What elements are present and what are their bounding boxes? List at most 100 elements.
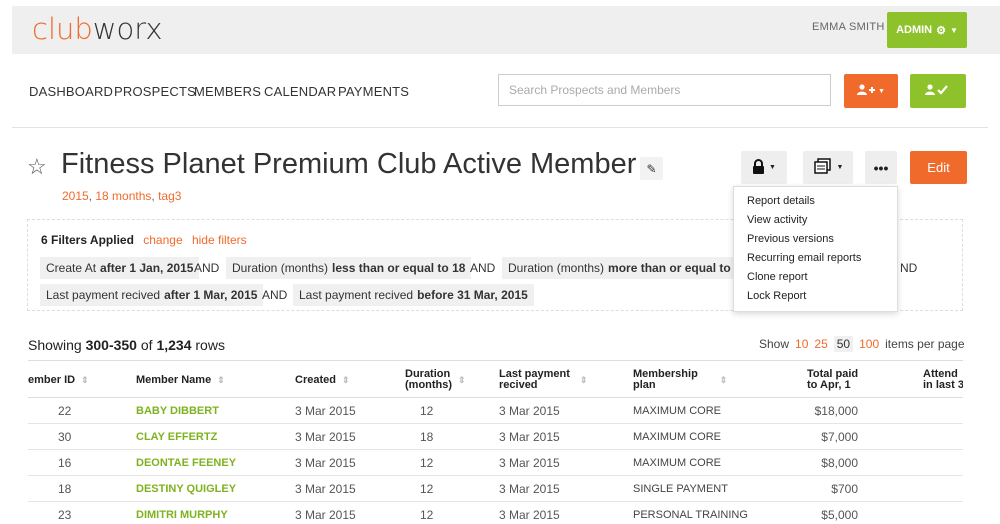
cell-member-name[interactable]: BABY DIBBERT bbox=[136, 398, 219, 424]
column-header-total-paid[interactable]: Total paid to Apr, 1 bbox=[807, 361, 858, 397]
table-body: 22 BABY DIBBERT 3 Mar 2015 12 3 Mar 2015… bbox=[28, 398, 963, 524]
filter-chip[interactable]: Last payment recived after 1 Mar, 2015 bbox=[40, 284, 264, 306]
cell-member-name[interactable]: DIMITRI MURPHY bbox=[136, 502, 228, 524]
nav-members[interactable]: MEMBERS bbox=[194, 84, 261, 99]
lock-menu-button[interactable]: ▼ bbox=[741, 151, 787, 184]
menu-item-recurring-email[interactable]: Recurring email reports bbox=[734, 250, 897, 269]
column-header-member-id[interactable]: ember ID ⇕ bbox=[28, 361, 89, 397]
cell-created: 3 Mar 2015 bbox=[295, 404, 356, 418]
filter-chip[interactable]: Duration (months) more than or equal to 6 bbox=[502, 257, 734, 279]
nav-calendar[interactable]: CALENDAR bbox=[264, 84, 336, 99]
table-row[interactable]: 23 DIMITRI MURPHY 3 Mar 2015 12 3 Mar 20… bbox=[28, 502, 963, 524]
menu-item-view-activity[interactable]: View activity bbox=[734, 212, 897, 231]
edit-button[interactable]: Edit bbox=[910, 151, 967, 184]
page-size-option[interactable]: 10 bbox=[795, 337, 808, 351]
filter-field: Last payment recived bbox=[46, 288, 161, 302]
sort-icon[interactable]: ⇕ bbox=[458, 375, 466, 386]
cell-last-payment: 3 Mar 2015 bbox=[499, 482, 560, 496]
cell-duration: 12 bbox=[420, 456, 434, 470]
sort-icon[interactable]: ⇕ bbox=[81, 375, 89, 386]
column-header-attendance[interactable]: Attend in last 3 bbox=[923, 361, 963, 397]
cell-total-paid: $8,000 bbox=[821, 456, 858, 470]
column-header-last-payment[interactable]: Last payment recived ⇕ bbox=[499, 361, 588, 397]
cell-total-paid: $18,000 bbox=[814, 404, 858, 418]
column-label: Member Name bbox=[136, 373, 212, 386]
items-per-page-label: items per page bbox=[885, 337, 965, 351]
filter-field: Duration (months) bbox=[508, 261, 605, 275]
top-bar: clubworx EMMA SMITH ADMIN ⚙ ▼ bbox=[12, 6, 1000, 54]
cell-member-id: 23 bbox=[58, 508, 72, 522]
report-tags: 2015, 18 months, tag3 bbox=[62, 189, 182, 203]
filter-field: Create At bbox=[46, 261, 97, 275]
column-header-membership-plan[interactable]: Membership plan ⇕ bbox=[633, 361, 728, 397]
sort-icon[interactable]: ⇕ bbox=[217, 375, 225, 386]
check-in-button[interactable] bbox=[910, 74, 966, 108]
filter-chip[interactable]: Duration (months) less than or equal to 1… bbox=[226, 257, 472, 279]
page-size-option[interactable]: 25 bbox=[814, 337, 827, 351]
table-row[interactable]: 30 CLAY EFFERTZ 3 Mar 2015 18 3 Mar 2015… bbox=[28, 424, 963, 450]
caret-down-icon: ▼ bbox=[878, 87, 885, 95]
star-icon[interactable]: ☆ bbox=[27, 154, 47, 180]
menu-item-clone-report[interactable]: Clone report bbox=[734, 269, 897, 288]
page-size-selector: Show 10 25 50 100 items per page bbox=[759, 336, 965, 352]
export-menu-button[interactable]: ▼ bbox=[803, 151, 853, 184]
cell-plan: MAXIMUM CORE bbox=[633, 431, 721, 443]
column-label-line: plan bbox=[633, 379, 656, 391]
column-header-member-name[interactable]: Member Name ⇕ bbox=[136, 361, 225, 397]
menu-item-report-details[interactable]: Report details bbox=[734, 193, 897, 212]
change-filters-link[interactable]: change bbox=[143, 233, 182, 247]
more-button[interactable]: ••• bbox=[865, 151, 897, 184]
menu-item-lock-report[interactable]: Lock Report bbox=[734, 288, 897, 307]
pencil-icon[interactable]: ✎ bbox=[640, 157, 663, 180]
admin-menu-button[interactable]: ADMIN ⚙ ▼ bbox=[887, 12, 967, 48]
cell-member-id: 18 bbox=[58, 482, 72, 496]
user-name[interactable]: EMMA SMITH bbox=[812, 21, 885, 33]
nav-dashboard[interactable]: DASHBOARD bbox=[29, 84, 113, 99]
filters-header: 6 Filters Applied change hide filters bbox=[41, 233, 247, 247]
filter-chip[interactable]: Last payment recived before 31 Mar, 2015 bbox=[293, 284, 534, 306]
cell-member-id: 30 bbox=[58, 430, 72, 444]
column-label: Duration (months) bbox=[405, 369, 452, 391]
filter-chip[interactable]: Create At after 1 Jan, 2015 bbox=[40, 257, 200, 279]
menu-item-previous-versions[interactable]: Previous versions bbox=[734, 231, 897, 250]
add-prospect-button[interactable]: ▼ bbox=[844, 74, 898, 108]
filter-value: more than or equal to 6 bbox=[608, 261, 734, 275]
column-label: Last payment recived bbox=[499, 369, 570, 391]
logo[interactable]: clubworx bbox=[32, 12, 163, 46]
cell-duration: 18 bbox=[420, 430, 434, 444]
table-header: ember ID ⇕ Member Name ⇕ Created ⇕ Duration… bbox=[28, 360, 963, 398]
cell-last-payment: 3 Mar 2015 bbox=[499, 456, 560, 470]
tag-link[interactable]: 18 months bbox=[95, 189, 151, 203]
table-row[interactable]: 18 DESTINY QUIGLEY 3 Mar 2015 12 3 Mar 2… bbox=[28, 476, 963, 502]
column-header-duration[interactable]: Duration (months) ⇕ bbox=[405, 361, 466, 397]
cell-member-name[interactable]: DESTINY QUIGLEY bbox=[136, 476, 236, 502]
sort-icon[interactable]: ⇕ bbox=[720, 375, 728, 386]
tag-link[interactable]: tag3 bbox=[158, 189, 181, 203]
cell-created: 3 Mar 2015 bbox=[295, 430, 356, 444]
tag-link[interactable]: 2015 bbox=[62, 189, 89, 203]
and-label: AND bbox=[262, 288, 288, 302]
hide-filters-link[interactable]: hide filters bbox=[192, 233, 247, 247]
nav-prospects[interactable]: PROSPECTS bbox=[114, 84, 196, 99]
add-user-icon bbox=[857, 83, 876, 99]
column-header-created[interactable]: Created ⇕ bbox=[295, 361, 350, 397]
search-input[interactable]: Search Prospects and Members bbox=[498, 74, 831, 106]
page-size-option[interactable]: 100 bbox=[859, 337, 879, 351]
sort-icon[interactable]: ⇕ bbox=[580, 375, 588, 386]
sort-icon[interactable]: ⇕ bbox=[342, 375, 350, 386]
cell-member-name[interactable]: CLAY EFFERTZ bbox=[136, 424, 217, 450]
cell-total-paid: $700 bbox=[831, 482, 858, 496]
cell-plan: MAXIMUM CORE bbox=[633, 457, 721, 469]
cell-created: 3 Mar 2015 bbox=[295, 456, 356, 470]
more-icon: ••• bbox=[873, 159, 889, 176]
nav-payments[interactable]: PAYMENTS bbox=[338, 84, 409, 99]
cell-plan: MAXIMUM CORE bbox=[633, 405, 721, 417]
showing-range: 300-350 bbox=[85, 337, 137, 353]
column-label-line: recived bbox=[499, 379, 538, 391]
cell-member-name[interactable]: DEONTAE FEENEY bbox=[136, 450, 236, 476]
page-size-option-active[interactable]: 50 bbox=[833, 336, 854, 352]
table-row[interactable]: 22 BABY DIBBERT 3 Mar 2015 12 3 Mar 2015… bbox=[28, 398, 963, 424]
table-row[interactable]: 16 DEONTAE FEENEY 3 Mar 2015 12 3 Mar 20… bbox=[28, 450, 963, 476]
caret-down-icon: ▼ bbox=[950, 25, 958, 35]
column-label: ember ID bbox=[28, 373, 76, 386]
